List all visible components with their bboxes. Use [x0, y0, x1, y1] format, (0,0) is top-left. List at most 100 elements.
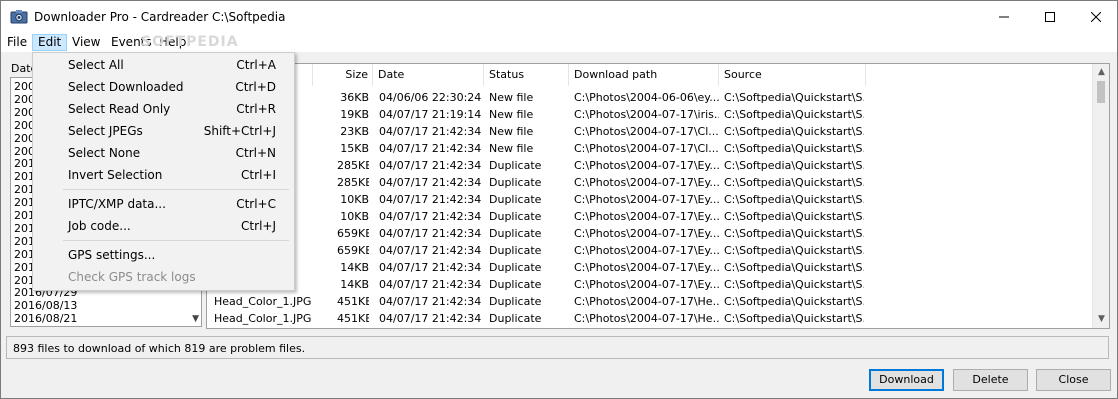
edit-menu-dropdown: Select All Ctrl+A Select Downloaded Ctrl+D S…: [32, 52, 295, 291]
table-row[interactable]: ...285KB04/07/17 21:42:34DuplicateC:\Pho…: [207, 174, 1091, 191]
menu-item-select-all[interactable]: Select All Ctrl+A: [35, 54, 292, 76]
cell-date: 04/07/17 21:42:34: [379, 125, 482, 138]
menu-item-label: Select All: [68, 58, 124, 72]
table-row[interactable]: ...659KB04/07/17 21:42:34DuplicateC:\Pho…: [207, 242, 1091, 259]
table-row[interactable]: ...659KB04/07/17 21:42:34DuplicateC:\Pho…: [207, 225, 1091, 242]
cell-date: 04/07/17 21:42:34: [379, 210, 482, 223]
column-header-size[interactable]: Size: [313, 64, 373, 86]
column-header-download-path[interactable]: Download path: [569, 64, 719, 86]
column-header-status[interactable]: Status: [484, 64, 569, 86]
cell-date: 04/06/06 22:30:24: [379, 91, 482, 104]
menu-item-select-downloaded[interactable]: Select Downloaded Ctrl+D: [35, 76, 292, 98]
table-row[interactable]: jpg36KB04/06/06 22:30:24New fileC:\Photo…: [207, 89, 1091, 106]
scrollbar-thumb[interactable]: [1097, 81, 1105, 103]
cell-size: 285KB: [337, 159, 369, 172]
cell-status: Duplicate: [489, 159, 542, 172]
cell-name: Head_Color_1.JPG: [214, 312, 312, 325]
cell-date: 04/07/17 21:42:34: [379, 142, 482, 155]
cell-size: 36KB: [340, 91, 369, 104]
minimize-button[interactable]: [981, 1, 1027, 32]
menu-view[interactable]: View: [67, 34, 105, 51]
app-window: Downloader Pro - Cardreader C:\Softpedia…: [0, 0, 1118, 399]
date-list-item[interactable]: 2016/08/21: [14, 312, 77, 325]
table-row[interactable]: ...15KB04/07/17 21:42:34New fileC:\Photo…: [207, 140, 1091, 157]
menu-item-iptc-xmp-data[interactable]: IPTC/XMP data... Ctrl+C: [35, 193, 292, 215]
cell-source: C:\Softpedia\Quickstart\S...: [724, 193, 864, 206]
column-header-date[interactable]: Date: [373, 64, 484, 86]
cell-path: C:\Photos\2004-07-17\Ey...: [574, 244, 719, 257]
cell-source: C:\Softpedia\Quickstart\S...: [724, 278, 864, 291]
cell-date: 04/07/17 21:42:34: [379, 295, 482, 308]
cell-size: 14KB: [340, 278, 369, 291]
cell-date: 04/07/17 21:42:34: [379, 193, 482, 206]
cell-path: C:\Photos\2004-07-17\Ey...: [574, 193, 719, 206]
cell-size: 285KB: [337, 176, 369, 189]
menu-item-label: Select JPEGs: [68, 124, 143, 138]
table-row[interactable]: 10KB 04/07/17 21:42:34 Duplicate C:\Photos\…: [207, 191, 1091, 208]
menu-item-shortcut: Ctrl+C: [236, 197, 276, 211]
chevron-down-icon[interactable]: ▼: [192, 314, 199, 324]
delete-button[interactable]: Delete: [953, 369, 1028, 391]
menu-item-gps-settings[interactable]: GPS settings...: [35, 244, 292, 266]
maximize-icon: [1045, 11, 1055, 22]
cell-date: 04/07/17 21:42:34: [379, 261, 482, 274]
window-close-button[interactable]: [1073, 1, 1118, 32]
cell-name: Head_Color_1.JPG: [214, 295, 312, 308]
table-row[interactable]: 23KB 04/07/17 21:42:34 New file C:\Photos\2…: [207, 123, 1091, 140]
cell-status: Duplicate: [489, 261, 542, 274]
table-row[interactable]: 19KB 04/07/17 21:19:14 New file C:\Photos\2…: [207, 106, 1091, 123]
table-row[interactable]: 10KB 04/07/17 21:42:34 Duplicate C:\Photos\…: [207, 208, 1091, 225]
cell-source: C:\Softpedia\Quickstart\S...: [724, 176, 864, 189]
title-bar[interactable]: Downloader Pro - Cardreader C:\Softpedia: [1, 1, 1117, 32]
cell-size: 19KB: [340, 108, 369, 121]
cell-path: C:\Photos\2004-07-17\He...: [574, 295, 719, 308]
cell-size: 659KB: [337, 244, 369, 257]
cell-path: C:\Photos\2004-07-17\He...: [574, 312, 719, 325]
menu-edit[interactable]: Edit: [32, 34, 68, 51]
cell-status: Duplicate: [489, 193, 542, 206]
cell-path: C:\Photos\2004-07-17\Cl...: [574, 142, 719, 155]
cell-source: C:\Softpedia\Quickstart\S...: [724, 210, 864, 223]
window-title: Downloader Pro - Cardreader C:\Softpedia: [34, 10, 286, 24]
status-bar: 893 files to download of which 819 are p…: [6, 336, 1109, 359]
menu-item-shortcut: Ctrl+I: [241, 168, 276, 182]
download-button[interactable]: Download: [869, 369, 944, 391]
cell-path: C:\Photos\2004-07-17\Ey...: [574, 176, 719, 189]
menu-file[interactable]: File: [2, 34, 32, 51]
maximize-button[interactable]: [1027, 1, 1073, 32]
cell-source: C:\Softpedia\Quickstart\S...: [724, 244, 864, 257]
cell-path: C:\Photos\2004-07-17\Ey...: [574, 210, 719, 223]
cell-source: C:\Softpedia\Quickstart\S...: [724, 227, 864, 240]
column-header-source[interactable]: Source: [719, 64, 866, 86]
cell-size: 23KB: [340, 125, 369, 138]
status-text: 893 files to download of which 819 are p…: [13, 342, 306, 355]
watermark: SOFTPEDIA: [141, 34, 239, 50]
cell-path: C:\Photos\2004-07-17\Cl...: [574, 125, 719, 138]
table-row[interactable]: Head_Color_1.JPG 451KB 04/07/17 21:42:34 Du…: [207, 310, 1091, 327]
cell-status: Duplicate: [489, 244, 542, 257]
table-row[interactable]: 14KB 04/07/17 21:42:34 Duplicate C:\Photos\…: [207, 276, 1091, 293]
cell-size: 451KB: [337, 312, 369, 325]
menu-item-invert-selection[interactable]: Invert Selection Ctrl+I: [35, 164, 292, 186]
menu-item-label: GPS settings...: [68, 248, 156, 262]
close-button[interactable]: Close: [1036, 369, 1111, 391]
menu-item-select-jpegs[interactable]: Select JPEGs Shift+Ctrl+J: [35, 120, 292, 142]
cell-size: 10KB: [340, 193, 369, 206]
menu-item-select-none[interactable]: Select None Ctrl+N: [35, 142, 292, 164]
table-row[interactable]: Head_Color_1.JPG 451KB 04/07/17 21:42:34 Du…: [207, 293, 1091, 310]
menu-item-select-read-only[interactable]: Select Read Only Ctrl+R: [35, 98, 292, 120]
cell-status: New file: [489, 108, 534, 121]
menu-item-label: Select Read Only: [68, 102, 171, 116]
chevron-up-icon[interactable]: ▲: [1093, 64, 1109, 81]
date-list-item[interactable]: 2016/08/13: [14, 299, 77, 312]
cell-date: 04/07/17 21:19:14: [379, 108, 482, 121]
menu-item-job-code[interactable]: Job code... Ctrl+J: [35, 215, 292, 237]
file-table[interactable]: Size Date Status Download path Source jp…: [206, 63, 1110, 329]
menu-item-shortcut: Ctrl+R: [236, 102, 276, 116]
chevron-down-icon[interactable]: ▼: [1093, 311, 1109, 328]
table-row[interactable]: 14KB 04/07/17 21:42:34 Duplicate C:\Photos\…: [207, 259, 1091, 276]
cell-status: Duplicate: [489, 227, 542, 240]
table-row[interactable]: ...285KB04/07/17 21:42:34DuplicateC:\Pho…: [207, 157, 1091, 174]
cell-path: C:\Photos\2004-07-17\Ey...: [574, 227, 719, 240]
vertical-scrollbar[interactable]: ▲ ▼: [1092, 64, 1109, 328]
